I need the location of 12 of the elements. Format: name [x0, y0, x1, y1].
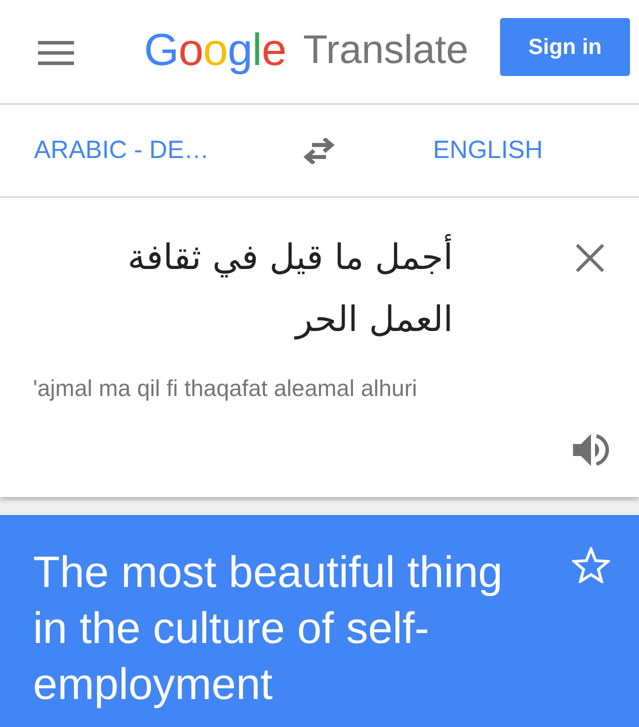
source-text: أجمل ما قيل في ثقافة العمل الحر: [103, 227, 453, 351]
menu-icon[interactable]: [38, 40, 74, 64]
speaker-icon[interactable]: [573, 433, 610, 467]
translation-text: The most beautiful thing in the culture of self-employment: [33, 547, 504, 711]
sign-in-button[interactable]: Sign in: [500, 18, 630, 76]
source-language-button[interactable]: ARABIC - DE…: [34, 136, 300, 165]
logo: Google: [144, 24, 286, 76]
app-title: Translate: [303, 26, 468, 74]
star-icon[interactable]: [572, 547, 610, 583]
close-icon[interactable]: [575, 243, 605, 273]
target-language-button[interactable]: ENGLISH: [433, 136, 543, 165]
transliteration-text: 'ajmal ma qil fi thaqafat aleamal alhuri: [33, 374, 418, 403]
